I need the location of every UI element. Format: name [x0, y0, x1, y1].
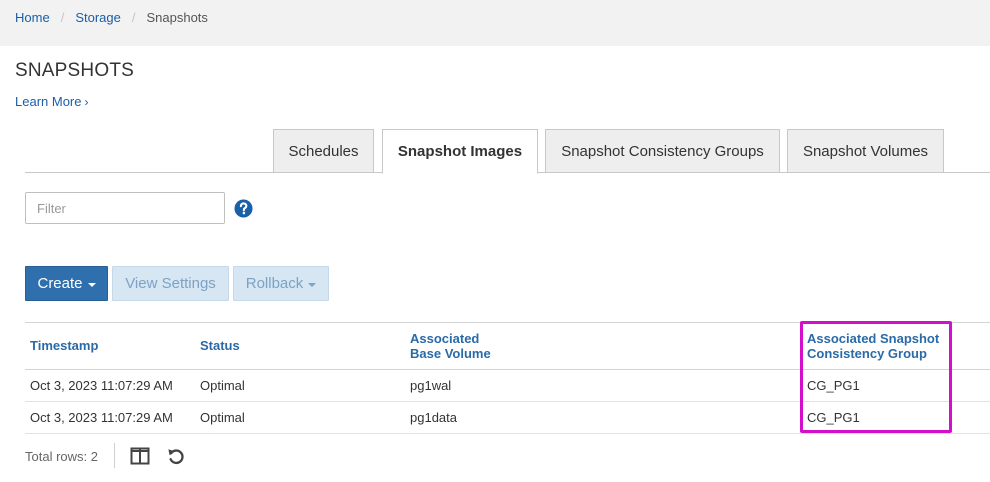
column-header-consistency-group-line2: Consistency Group [807, 346, 927, 361]
cell-base-volume: pg1wal [410, 378, 452, 393]
tab-snapshot-images[interactable]: Snapshot Images [382, 129, 538, 174]
total-rows-label: Total rows: 2 [25, 449, 98, 464]
breadcrumb-home-link[interactable]: Home [15, 10, 50, 25]
column-header-consistency-group-line1: Associated Snapshot [807, 331, 940, 346]
tab-snapshot-consistency-groups[interactable]: Snapshot Consistency Groups [545, 129, 780, 173]
breadcrumb-bar: Home / Storage / Snapshots [0, 0, 990, 46]
column-header-base-volume-line2: Base Volume [410, 346, 491, 361]
row-divider [25, 401, 990, 402]
filter-input[interactable] [25, 192, 225, 224]
create-button-label: Create [37, 275, 83, 292]
column-header-consistency-group[interactable]: Associated Snapshot Consistency Group [807, 331, 939, 361]
row-divider [25, 433, 990, 434]
tab-schedules[interactable]: Schedules [273, 129, 374, 173]
view-settings-button[interactable]: View Settings [112, 266, 229, 301]
create-button[interactable]: Create [25, 266, 108, 301]
footer-divider [114, 443, 115, 468]
table-top-border [25, 322, 990, 323]
learn-more-link[interactable]: Learn More › [15, 94, 88, 109]
columns-icon[interactable] [130, 446, 150, 466]
table-header-border [25, 369, 990, 370]
column-header-base-volume-line1: Associated [410, 331, 480, 346]
caret-down-icon [87, 282, 96, 287]
breadcrumb-separator: / [131, 10, 136, 25]
rollback-label: Rollback [245, 275, 304, 292]
breadcrumb: Home / Storage / Snapshots [15, 10, 208, 25]
cell-consistency-group: CG_PG1 [807, 378, 860, 393]
column-header-timestamp[interactable]: Timestamp [30, 338, 98, 353]
cell-timestamp: Oct 3, 2023 11:07:29 AM [30, 378, 173, 393]
chevron-right-icon: › [84, 94, 89, 109]
breadcrumb-separator: / [60, 10, 65, 25]
breadcrumb-storage-link[interactable]: Storage [75, 10, 121, 25]
breadcrumb-current: Snapshots [146, 10, 208, 25]
column-header-base-volume[interactable]: Associated Base Volume [410, 331, 491, 361]
question-circle-icon[interactable] [234, 199, 253, 218]
view-settings-label: View Settings [125, 275, 216, 292]
cell-status: Optimal [200, 378, 245, 393]
rollback-button[interactable]: Rollback [233, 266, 329, 301]
cell-base-volume: pg1data [410, 410, 457, 425]
tab-snapshot-volumes[interactable]: Snapshot Volumes [787, 129, 944, 173]
cell-status: Optimal [200, 410, 245, 425]
caret-down-icon [308, 282, 317, 287]
page-title: SNAPSHOTS [15, 60, 134, 81]
column-header-status[interactable]: Status [200, 338, 240, 353]
cell-consistency-group: CG_PG1 [807, 410, 860, 425]
cell-timestamp: Oct 3, 2023 11:07:29 AM [30, 410, 173, 425]
refresh-icon[interactable] [166, 446, 186, 466]
learn-more-label: Learn More [15, 94, 82, 109]
